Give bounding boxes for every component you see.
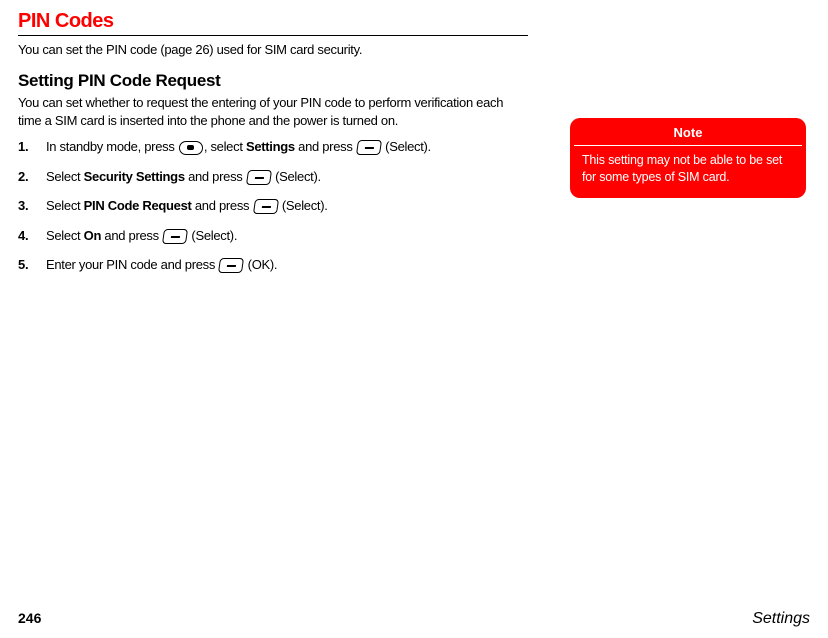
step-bold: On [84, 228, 101, 243]
step-text: (Select). [382, 139, 431, 154]
step-text: (OK). [244, 257, 277, 272]
footer-title: Settings [752, 610, 810, 628]
page-footer: 246 Settings [18, 610, 810, 628]
section-divider [18, 35, 528, 36]
step-text: Enter your PIN code and press [46, 257, 218, 272]
section-title: PIN Codes [18, 10, 528, 35]
step-text: (Select). [272, 169, 321, 184]
step-bold: PIN Code Request [84, 198, 192, 213]
step-text: In standby mode, press [46, 139, 178, 154]
step-bold: Security Settings [84, 169, 185, 184]
subsection-title: Setting PIN Code Request [18, 71, 528, 91]
step-5: Enter your PIN code and press (OK). [18, 255, 528, 275]
step-text: and press [192, 198, 253, 213]
intro-text: You can set the PIN code (page 26) used … [18, 42, 528, 57]
step-text: and press [295, 139, 356, 154]
note-box: Note This setting may not be able to be … [570, 118, 806, 198]
step-text: Select [46, 169, 84, 184]
note-body: This setting may not be able to be set f… [570, 146, 806, 188]
step-text: Select [46, 198, 84, 213]
step-text: and press [185, 169, 246, 184]
softkey-icon [356, 140, 382, 155]
step-4: Select On and press (Select). [18, 226, 528, 246]
step-1: In standby mode, press , select Settings… [18, 137, 528, 157]
step-text: Select [46, 228, 84, 243]
steps-list: In standby mode, press , select Settings… [18, 137, 528, 275]
page-number: 246 [18, 610, 41, 626]
step-3: Select PIN Code Request and press (Selec… [18, 196, 528, 216]
step-text: , select [204, 139, 246, 154]
step-bold: Settings [246, 139, 295, 154]
softkey-icon [218, 258, 244, 273]
step-text: (Select). [279, 198, 328, 213]
softkey-icon [246, 170, 272, 185]
step-2: Select Security Settings and press (Sele… [18, 167, 528, 187]
softkey-icon [253, 199, 279, 214]
step-text: and press [101, 228, 162, 243]
note-header: Note [574, 118, 802, 146]
center-key-icon [179, 141, 203, 155]
subsection-description: You can set whether to request the enter… [18, 94, 528, 129]
step-text: (Select). [188, 228, 237, 243]
softkey-icon [162, 229, 188, 244]
